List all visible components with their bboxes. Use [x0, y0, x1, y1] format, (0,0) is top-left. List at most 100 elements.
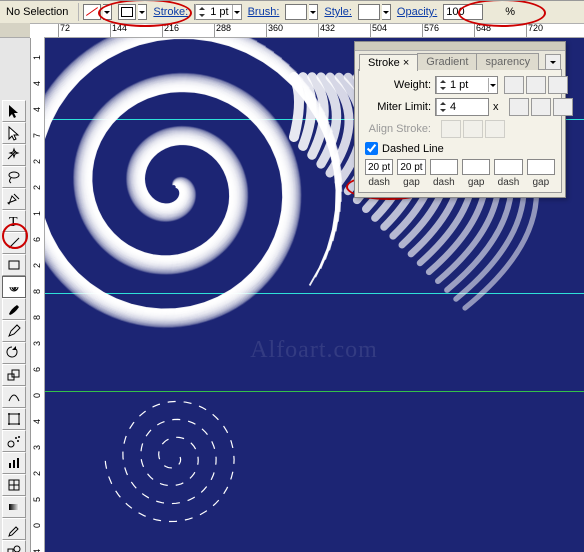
- dash-input-0[interactable]: [365, 159, 393, 175]
- mesh-tool[interactable]: [2, 474, 26, 496]
- lasso-tool[interactable]: [2, 166, 26, 188]
- svg-text:T: T: [9, 215, 18, 229]
- paintbrush-tool[interactable]: [2, 298, 26, 320]
- cap-buttons[interactable]: [504, 76, 568, 94]
- stroke-swatch[interactable]: [118, 4, 147, 20]
- miter-label: Miter Limit:: [365, 101, 431, 113]
- rectangle-tool[interactable]: [2, 254, 26, 276]
- stroke-weight-field[interactable]: 1 pt: [194, 4, 241, 20]
- horizontal-ruler[interactable]: 72144216288360432504576648720: [30, 23, 584, 38]
- dash-caption: gap: [527, 177, 555, 188]
- options-bar: No Selection Stroke: 1 pt Brush: Style: …: [0, 1, 584, 24]
- gradient-tool[interactable]: [2, 496, 26, 518]
- fill-swatch-dropdown[interactable]: [103, 4, 112, 20]
- dash-input-1[interactable]: [397, 159, 425, 175]
- rotate-icon: [6, 345, 22, 361]
- paintbrush-icon: [6, 301, 22, 317]
- free-transform-tool[interactable]: [2, 408, 26, 430]
- illustrator-window: No Selection Stroke: 1 pt Brush: Style: …: [0, 0, 584, 552]
- panel-titlebar[interactable]: [355, 42, 565, 51]
- mesh-icon: [6, 477, 22, 493]
- align-stroke-label: Align Stroke:: [365, 123, 431, 135]
- lasso-icon: [6, 169, 22, 185]
- style-dropdown[interactable]: [382, 4, 391, 20]
- opacity-value: 100: [446, 6, 464, 18]
- stroke-swatch-dropdown[interactable]: [138, 4, 147, 20]
- graph-tool[interactable]: [2, 452, 26, 474]
- dash-caption: gap: [397, 177, 425, 188]
- dash-caption: gap: [462, 177, 490, 188]
- opacity-percent: %: [505, 6, 515, 18]
- scale-tool[interactable]: [2, 364, 26, 386]
- magic-wand-tool[interactable]: [2, 144, 26, 166]
- stroke-panel[interactable]: Stroke × Gradient sparency Weight: Miter…: [354, 41, 566, 198]
- miter-field[interactable]: [435, 98, 489, 116]
- style-picker[interactable]: [358, 4, 391, 20]
- miter-stepper[interactable]: [436, 99, 448, 115]
- brush-picker[interactable]: [285, 4, 318, 20]
- selection-tool[interactable]: [2, 100, 26, 122]
- dash-input-4[interactable]: [494, 159, 522, 175]
- toolbox: T: [0, 38, 31, 552]
- free-transform-icon: [6, 411, 22, 427]
- stroke-weight-stepper[interactable]: [195, 4, 207, 20]
- spiral-art-dashed: [74, 377, 314, 552]
- fill-swatch[interactable]: [83, 4, 112, 20]
- tab-stroke[interactable]: Stroke ×: [359, 54, 418, 71]
- opacity-field[interactable]: 100: [443, 4, 483, 20]
- rotate-tool[interactable]: [2, 342, 26, 364]
- brush-dropdown[interactable]: [309, 4, 318, 20]
- weight-stepper[interactable]: [436, 77, 448, 93]
- dash-input-5[interactable]: [527, 159, 555, 175]
- line-segment-tool[interactable]: [2, 232, 26, 254]
- dashed-line-label: Dashed Line: [382, 143, 444, 155]
- stroke-swatch-box: [118, 4, 136, 20]
- join-buttons[interactable]: [509, 98, 573, 116]
- separator: [78, 3, 79, 21]
- tab-stroke-label: Stroke: [368, 57, 400, 69]
- miter-input[interactable]: [448, 101, 488, 113]
- stroke-weight-dropdown[interactable]: [232, 5, 241, 19]
- style-label[interactable]: Style:: [324, 6, 352, 18]
- pen-tool[interactable]: [2, 188, 26, 210]
- dash-caption: dash: [494, 177, 522, 188]
- weight-label: Weight:: [365, 79, 431, 91]
- blend-tool[interactable]: [2, 540, 26, 552]
- line-segment-icon: [6, 235, 22, 251]
- weight-dropdown[interactable]: [488, 78, 497, 92]
- style-box: [358, 4, 380, 20]
- direct-selection-icon: [6, 125, 22, 141]
- dash-caption: dash: [365, 177, 393, 188]
- panel-body: Weight: Miter Limit: x Align Stroke:: [358, 69, 562, 193]
- vertical-ruler[interactable]: 14472216288360432504: [30, 37, 45, 552]
- tab-gradient[interactable]: Gradient: [417, 53, 477, 70]
- type-icon: T: [6, 213, 22, 229]
- stroke-label[interactable]: Stroke:: [153, 6, 188, 18]
- dash-caption: dash: [430, 177, 458, 188]
- weight-field[interactable]: [435, 76, 498, 94]
- symbol-sprayer-tool[interactable]: [2, 430, 26, 452]
- direct-selection-tool[interactable]: [2, 122, 26, 144]
- dash-pattern-grid: dashgapdashgapdashgap: [365, 159, 555, 188]
- brush-label[interactable]: Brush:: [248, 6, 280, 18]
- type-tool[interactable]: T: [2, 210, 26, 232]
- tab-transparency[interactable]: sparency: [476, 53, 539, 70]
- graph-icon: [6, 455, 22, 471]
- warp-tool[interactable]: [2, 386, 26, 408]
- gradient-icon: [6, 499, 22, 515]
- stroke-weight-value: 1 pt: [207, 6, 231, 18]
- scale-icon: [6, 367, 22, 383]
- spiral-tool[interactable]: [2, 276, 26, 298]
- dash-input-2[interactable]: [430, 159, 458, 175]
- weight-input[interactable]: [448, 79, 488, 91]
- opacity-label[interactable]: Opacity:: [397, 6, 437, 18]
- pen-icon: [6, 191, 22, 207]
- close-icon[interactable]: [551, 42, 561, 50]
- dashed-line-checkbox[interactable]: [365, 142, 378, 155]
- eyedropper-tool[interactable]: [2, 518, 26, 540]
- panel-dock-header[interactable]: [0, 23, 30, 38]
- pencil-tool[interactable]: [2, 320, 26, 342]
- dash-input-3[interactable]: [462, 159, 490, 175]
- panel-menu-icon[interactable]: [545, 54, 561, 70]
- pencil-icon: [6, 323, 22, 339]
